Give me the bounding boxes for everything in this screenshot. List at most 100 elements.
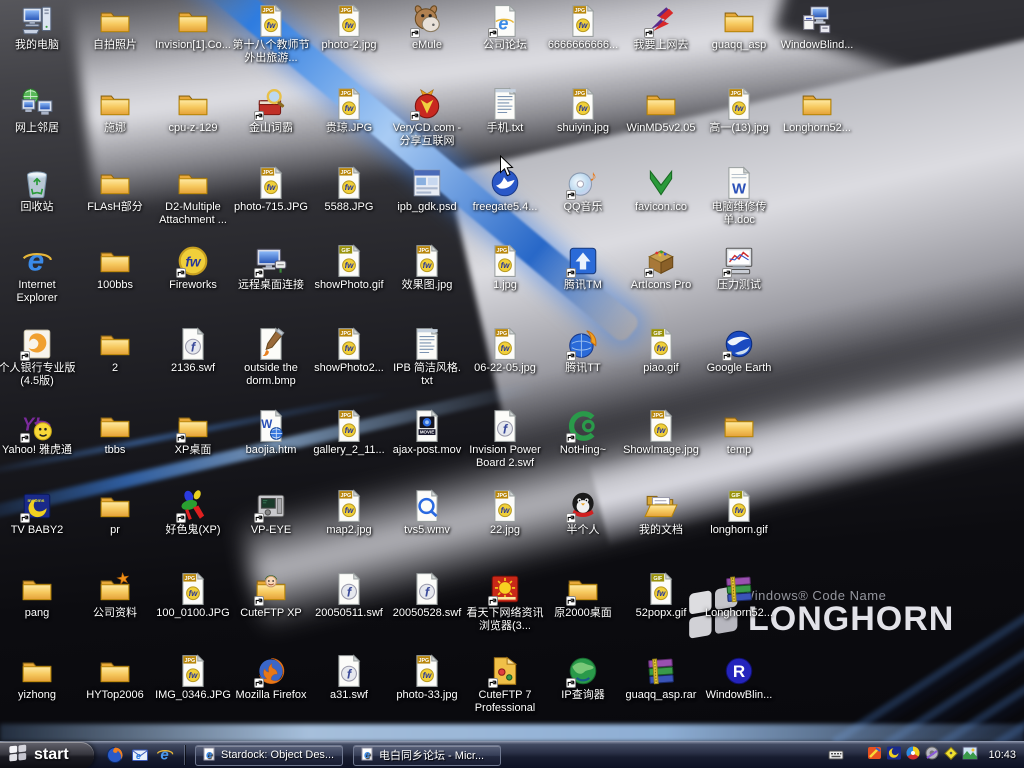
- desktop-icon[interactable]: 我的文档: [622, 489, 700, 537]
- desktop-icon[interactable]: Wbaojia.htm: [232, 409, 310, 457]
- taskbar-window-button[interactable]: eStardock: Object Des...: [195, 745, 343, 766]
- desktop-icon[interactable]: tvs5.wmv: [388, 489, 466, 537]
- desktop-icon[interactable]: GIFfwshowPhoto.gif: [310, 244, 388, 292]
- desktop-icon[interactable]: JPGfwphoto-2.jpg: [310, 4, 388, 52]
- desktop-icon[interactable]: guaqq_asp: [700, 4, 778, 52]
- tray-paint-icon[interactable]: [867, 745, 883, 761]
- desktop-icon[interactable]: HYTop2006: [76, 654, 154, 702]
- desktop-icon[interactable]: JPGfwshuiyin.jpg: [544, 87, 622, 135]
- desktop-icon[interactable]: favicon.ico: [622, 166, 700, 214]
- desktop-icon[interactable]: ♪QQ音乐: [544, 166, 622, 214]
- desktop-icon[interactable]: JPGfwshowPhoto2...: [310, 327, 388, 375]
- desktop-icon[interactable]: 回收站: [0, 166, 76, 214]
- desktop-icon[interactable]: guaqq_asp.rar: [622, 654, 700, 702]
- tray-qq-icon[interactable]: [905, 745, 921, 761]
- desktop-icon[interactable]: 100bbs: [76, 244, 154, 292]
- desktop-icon[interactable]: JPGfw第十八个教师节外出旅游...: [232, 4, 310, 65]
- desktop-icon[interactable]: NotHing~: [544, 409, 622, 457]
- quick-launch-outlook-express-icon[interactable]: e: [131, 746, 149, 764]
- desktop-icon[interactable]: fInvision Power Board 2.swf: [466, 409, 544, 470]
- desktop-icon[interactable]: fa31.swf: [310, 654, 388, 702]
- desktop-icon[interactable]: f20050528.swf: [388, 572, 466, 620]
- desktop-icon[interactable]: 金山词霸: [232, 87, 310, 135]
- desktop-icon[interactable]: 自拍照片: [76, 4, 154, 52]
- desktop-icon[interactable]: JPGfw贵琼.JPG: [310, 87, 388, 135]
- desktop-icon[interactable]: Invision[1].Co...: [154, 4, 232, 52]
- desktop-icon[interactable]: JPGfw5588.JPG: [310, 166, 388, 214]
- desktop-icon[interactable]: JPGfw100_0100.JPG: [154, 572, 232, 620]
- desktop-icon[interactable]: f20050511.swf: [310, 572, 388, 620]
- desktop-icon[interactable]: 原2000桌面: [544, 572, 622, 620]
- desktop-icon[interactable]: MOVIEajax-post.mov: [388, 409, 466, 457]
- desktop-icon[interactable]: eInternet Explorer: [0, 244, 76, 305]
- desktop-icon[interactable]: JPGfw22.jpg: [466, 489, 544, 537]
- desktop-icon[interactable]: ArtIcons Pro: [622, 244, 700, 292]
- desktop-icon[interactable]: outside the dorm.bmp: [232, 327, 310, 388]
- desktop-icon[interactable]: JPGfw效果图.jpg: [388, 244, 466, 292]
- desktop-icon[interactable]: WindowBlind...: [778, 4, 856, 52]
- desktop-icon[interactable]: 好色鬼(XP): [154, 489, 232, 537]
- desktop-icon[interactable]: e公司论坛: [466, 4, 544, 52]
- desktop-icon[interactable]: moomsTV BABY2: [0, 489, 76, 537]
- desktop-icon[interactable]: 腾讯TM: [544, 244, 622, 292]
- tray-picture-icon[interactable]: [962, 745, 978, 761]
- desktop-icon[interactable]: 腾讯TT: [544, 327, 622, 375]
- desktop-icon[interactable]: 网上邻居: [0, 87, 76, 135]
- desktop-icon[interactable]: JPGfwgallery_2_11...: [310, 409, 388, 457]
- desktop-icon[interactable]: XP桌面: [154, 409, 232, 457]
- desktop-icon[interactable]: JPGfwphoto-33.jpg: [388, 654, 466, 702]
- tray-tvbaby-icon[interactable]: [886, 745, 902, 761]
- desktop-icon[interactable]: WinMD5v2.05: [622, 87, 700, 135]
- desktop-icon[interactable]: W电脑维修传单.doc: [700, 166, 778, 227]
- desktop-icon[interactable]: 看天下网络资讯浏览器(3...: [466, 572, 544, 633]
- desktop-icon[interactable]: GIFfw52popx.gif: [622, 572, 700, 620]
- desktop-icon[interactable]: 公司资料: [76, 572, 154, 620]
- desktop-icon[interactable]: JPGfwIMG_0346.JPG: [154, 654, 232, 702]
- start-button[interactable]: start: [0, 742, 94, 768]
- desktop-icon[interactable]: fwFireworks: [154, 244, 232, 292]
- desktop-icon[interactable]: 2: [76, 327, 154, 375]
- input-method-keyboard-icon[interactable]: [828, 747, 844, 763]
- tray-audio-icon[interactable]: [924, 745, 940, 761]
- desktop-icon[interactable]: VeryCD.com - 分享互联网: [388, 87, 466, 148]
- desktop-icon[interactable]: JPGfw1.jpg: [466, 244, 544, 292]
- desktop-icon[interactable]: 压力测试: [700, 244, 778, 292]
- desktop-icon[interactable]: f2136.swf: [154, 327, 232, 375]
- desktop-icon[interactable]: JPGfw06-22-05.jpg: [466, 327, 544, 375]
- desktop-icon[interactable]: VP-EYE: [232, 489, 310, 537]
- desktop-icon[interactable]: 半个人: [544, 489, 622, 537]
- desktop-icon[interactable]: CuteFTP 7 Professional: [466, 654, 544, 715]
- desktop-icon[interactable]: 手机.txt: [466, 87, 544, 135]
- desktop-icon[interactable]: GIFfwpiao.gif: [622, 327, 700, 375]
- desktop-icon[interactable]: IPB 简洁风格. txt: [388, 327, 466, 388]
- desktop-icon[interactable]: JPGfwphoto-715.JPG: [232, 166, 310, 214]
- desktop-icon[interactable]: CuteFTP XP: [232, 572, 310, 620]
- desktop-icon[interactable]: JPGfw6666666666...: [544, 4, 622, 52]
- quick-launch-browser-icon[interactable]: [106, 746, 124, 764]
- desktop-icon[interactable]: tbbs: [76, 409, 154, 457]
- desktop-icon[interactable]: yizhong: [0, 654, 76, 702]
- quick-launch-internet-explorer-icon[interactable]: e: [156, 746, 174, 764]
- desktop-icon[interactable]: temp: [700, 409, 778, 457]
- tray-windowblinds-icon[interactable]: [943, 745, 959, 761]
- desktop-icon[interactable]: JPGfwShowImage.jpg: [622, 409, 700, 457]
- desktop-icon[interactable]: 我要上网去: [622, 4, 700, 52]
- desktop-icon[interactable]: RWindowBlin...: [700, 654, 778, 702]
- desktop-icon[interactable]: IP查询器: [544, 654, 622, 702]
- desktop-icon[interactable]: D2-Multiple Attachment ...: [154, 166, 232, 227]
- desktop-icon[interactable]: eMule: [388, 4, 466, 52]
- desktop-icon[interactable]: 我的电脑: [0, 4, 76, 52]
- desktop-icon[interactable]: 个人银行专业版(4.5版): [0, 327, 76, 388]
- desktop-icon[interactable]: Longhorn52...: [778, 87, 856, 135]
- desktop-icon[interactable]: ipb_gdk.psd: [388, 166, 466, 214]
- desktop-icon[interactable]: Longhorn52...: [700, 572, 778, 620]
- desktop-icon[interactable]: JPGfw高一(13).jpg: [700, 87, 778, 135]
- taskbar-window-button[interactable]: e电白同乡论坛 - Micr...: [353, 745, 501, 766]
- desktop-icon[interactable]: 施娜: [76, 87, 154, 135]
- desktop-icon[interactable]: cpu-z-129: [154, 87, 232, 135]
- desktop-icon[interactable]: Mozilla Firefox: [232, 654, 310, 702]
- desktop-icon[interactable]: pr: [76, 489, 154, 537]
- desktop-icon[interactable]: Google Earth: [700, 327, 778, 375]
- desktop-icon[interactable]: GIFfwlonghorn.gif: [700, 489, 778, 537]
- desktop-icon[interactable]: 远程桌面连接: [232, 244, 310, 292]
